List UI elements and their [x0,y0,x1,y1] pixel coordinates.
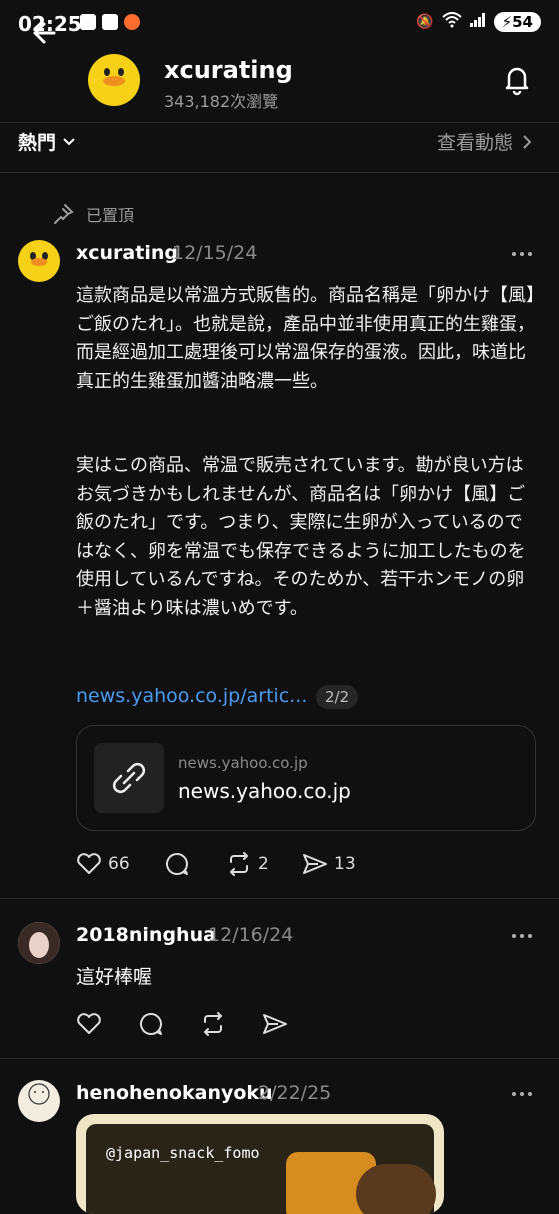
heart-icon [77,853,101,874]
reply-share-button[interactable] [262,1012,288,1036]
link-thumbnail [94,743,164,813]
profile-avatar[interactable] [88,54,140,106]
heart-icon [77,1013,101,1034]
reply2-more-button[interactable] [512,1092,538,1102]
repost-icon [230,852,248,876]
check-icon [80,14,96,30]
like-count: 66 [108,854,130,874]
repost-button[interactable]: 2 [226,852,269,876]
view-count: 343,182次瀏覽 [164,92,279,111]
bell-icon [505,67,529,96]
notification-icons [80,14,140,30]
pinned-label: 已置頂 [86,206,135,225]
send-icon [263,1014,287,1034]
status-bar: 02:25 🔕 ⚡54 [0,0,559,50]
signal-icon [469,13,486,31]
reply2-media[interactable]: @japan_snack_fomo [76,1114,444,1214]
mute-icon: 🔕 [416,14,434,30]
page-title: xcurating [164,56,293,84]
post-date: 12/15/24 [172,242,258,264]
link-preview-card[interactable]: news.yahoo.co.jp news.yahoo.co.jp [76,725,536,831]
reply-repost-button[interactable] [200,1012,226,1036]
comment-icon [140,1013,162,1035]
back-button[interactable] [28,16,62,50]
reply2-author-avatar[interactable] [18,1080,60,1122]
view-activity-label: 查看動態 [436,132,513,154]
send-icon [303,854,327,874]
pin-icon [54,204,74,224]
reply-more-button[interactable] [512,934,538,944]
reply-like-button[interactable] [76,1012,102,1036]
link-icon [112,762,146,794]
chevron-down-icon [63,137,75,145]
post-more-button[interactable] [512,252,538,262]
system-icons: 🔕 ⚡54 [416,12,541,32]
reply-author-name[interactable]: 2018ninghua [76,924,216,946]
repost-icon [204,1012,222,1036]
pinned-indicator: 已置頂 [52,202,134,226]
reply-author-avatar[interactable] [18,922,60,964]
screenshot-icon [102,14,118,30]
view-activity-link[interactable]: 查看動態 [437,128,531,155]
face-doodle-icon [28,1083,50,1105]
arrow-left-icon [33,22,56,44]
sort-dropdown[interactable]: 熱門 [18,128,76,155]
notification-bell-button[interactable] [500,62,534,96]
media-watermark: @japan_snack_fomo [106,1144,260,1162]
reply-comment-button[interactable] [138,1012,164,1036]
sort-label: 熱門 [18,132,57,154]
comment-button[interactable] [164,852,190,876]
share-button[interactable]: 13 [302,852,356,876]
post-author-name[interactable]: xcurating [76,242,178,264]
post-author-avatar[interactable] [18,240,60,282]
share-count: 13 [334,854,356,874]
page-indicator: 2/2 [316,685,359,709]
post-text-japanese: 実はこの商品、常温で販売されています。勘が良い方はお気づきかもしれませんが、商品… [76,455,526,619]
media-photo: @japan_snack_fomo [86,1124,436,1214]
reply-date: 12/16/24 [208,924,294,946]
app-notification-icon [124,14,140,30]
reply2-date: 2/22/25 [258,1082,332,1104]
post-text-chinese: 這款商品是以常溫方式販售的。商品名稱是「卵かけ【風】ご飯のたれ」。也就是說，產品… [76,285,535,392]
chevron-right-icon [523,134,531,149]
repost-count: 2 [258,854,269,874]
like-button[interactable]: 66 [76,852,130,876]
link-title: news.yahoo.co.jp [178,779,351,803]
link-domain: news.yahoo.co.jp [178,754,308,772]
reply2-author-name[interactable]: henohenokanyoku [76,1082,273,1104]
battery-indicator: ⚡54 [493,12,541,32]
wifi-icon [441,12,462,32]
reply-text: 這好棒喔 [76,966,153,988]
comment-icon [166,853,188,875]
post-link[interactable]: news.yahoo.co.jp/artic... [76,685,307,707]
battery-level: 54 [512,13,533,31]
